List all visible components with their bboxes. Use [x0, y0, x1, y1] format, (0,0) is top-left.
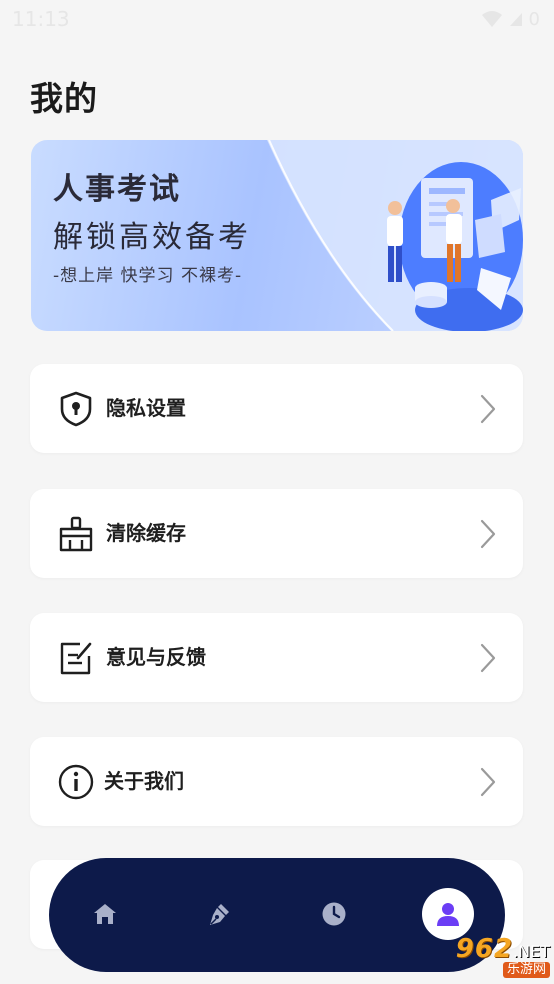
- wifi-icon: [481, 11, 502, 27]
- user-icon: [437, 903, 459, 926]
- page-title: 我的: [30, 79, 98, 118]
- signal-icon: [509, 13, 522, 26]
- home-icon: [94, 904, 116, 924]
- status-time: 11:13: [12, 7, 70, 31]
- note-edit-icon: [58, 640, 94, 676]
- nav-write[interactable]: [193, 888, 245, 940]
- watermark-main: 962: [455, 934, 514, 964]
- menu-item-clear-cache[interactable]: 清除缓存: [30, 489, 523, 578]
- status-icons: 0: [481, 9, 540, 30]
- nav-profile[interactable]: [422, 888, 474, 940]
- nav-history[interactable]: [308, 888, 360, 940]
- site-watermark-logo: 962.NET 乐游网: [414, 934, 550, 980]
- study-illustration-icon: [387, 162, 523, 331]
- menu-item-label: 清除缓存: [106, 521, 186, 545]
- banner-subtitle: 解锁高效备考: [53, 220, 251, 255]
- info-icon: [58, 764, 94, 800]
- pen-nib-icon: [210, 904, 229, 925]
- chevron-right-icon: [480, 767, 496, 797]
- chevron-right-icon: [480, 394, 496, 424]
- chevron-right-icon: [480, 643, 496, 673]
- broom-icon: [58, 516, 94, 552]
- menu-item-label: 隐私设置: [106, 396, 186, 420]
- nav-home[interactable]: [79, 888, 131, 940]
- banner-title: 人事考试: [53, 172, 181, 207]
- menu-item-feedback[interactable]: 意见与反馈: [30, 613, 523, 702]
- battery-level: 0: [528, 8, 540, 30]
- menu-item-privacy-settings[interactable]: 隐私设置: [30, 364, 523, 453]
- menu-item-about-us[interactable]: 关于我们: [30, 737, 523, 826]
- watermark-sub: 乐游网: [502, 962, 550, 978]
- shield-lock-icon: [58, 391, 94, 427]
- banner-tagline: -想上岸 快学习 不裸考-: [53, 266, 243, 286]
- chevron-right-icon: [480, 519, 496, 549]
- menu-item-label: 关于我们: [104, 769, 184, 793]
- menu-item-label: 意见与反馈: [106, 645, 206, 669]
- status-bar: 11:13 0: [0, 0, 554, 38]
- exam-banner[interactable]: 人事考试 解锁高效备考 -想上岸 快学习 不裸考-: [31, 140, 523, 331]
- watermark-suffix: .NET: [513, 942, 550, 961]
- clock-icon: [322, 902, 346, 926]
